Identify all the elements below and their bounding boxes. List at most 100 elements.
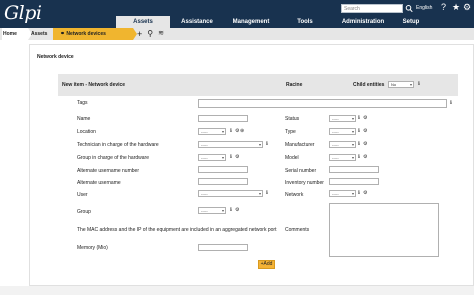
user-label: User	[77, 192, 88, 198]
search-icon[interactable]	[405, 4, 413, 13]
breadcrumb-network-devices[interactable]: ⚭ Network devices	[53, 28, 133, 40]
main-menu: Assets Assistance Management Tools Admin…	[116, 16, 428, 28]
info-icon[interactable]: ℹ	[358, 190, 360, 196]
alt-username-field[interactable]	[198, 178, 248, 185]
gear-icon[interactable]: ⚙	[363, 115, 367, 121]
chevron-down-icon: ▾	[351, 155, 354, 160]
language-selector[interactable]: English	[416, 5, 432, 11]
form-title: New item - Network device	[62, 82, 126, 88]
model-select[interactable]: ----- ▾	[329, 154, 356, 161]
group-select[interactable]: ----- ▾	[198, 207, 226, 214]
info-icon[interactable]: ℹ	[230, 128, 232, 134]
group-label: Group	[77, 209, 91, 215]
model-label: Model	[285, 155, 299, 161]
info-icon[interactable]: ℹ	[266, 141, 268, 147]
status-select[interactable]: ----- ▾	[329, 115, 356, 122]
serial-number-label: Serial number	[285, 168, 317, 174]
location-select[interactable]: ----- ▾	[198, 128, 226, 135]
comments-textarea[interactable]	[329, 203, 439, 257]
breadcrumb-home[interactable]: Home	[2, 28, 28, 40]
chevron-down-icon: ▾	[221, 129, 224, 134]
info-icon[interactable]: ℹ	[358, 128, 360, 134]
info-icon[interactable]: ℹ	[266, 190, 268, 196]
search-icon[interactable]: ⚲	[147, 28, 153, 40]
network-label: Network	[285, 192, 304, 198]
mac-ip-note: The MAC address and the IP of the equipm…	[77, 227, 277, 233]
gear-icon[interactable]: ⚙	[363, 128, 367, 134]
page-footer	[0, 286, 474, 295]
technician-select[interactable]: ----- ▾	[198, 141, 263, 148]
manufacturer-label: Manufacturer	[285, 142, 315, 148]
menu-management[interactable]: Management	[224, 16, 278, 28]
menu-assistance[interactable]: Assistance	[170, 16, 224, 28]
gear-icon[interactable]: ⚙	[463, 2, 471, 12]
alt-username-label: Alternate username	[77, 180, 121, 186]
network-select[interactable]: ----- ▾	[329, 190, 356, 197]
gear-icon[interactable]: ⚙	[363, 141, 367, 147]
breadcrumb: Home Assets ⚭ Network devices + ⚲ ≋	[0, 28, 474, 40]
section-title: Network device	[37, 54, 74, 60]
info-icon[interactable]: ℹ	[230, 207, 232, 213]
gear-icon[interactable]: ⚙	[235, 154, 239, 160]
name-field[interactable]	[198, 115, 248, 122]
gear-icon[interactable]: ⚙	[363, 190, 367, 196]
comments-label: Comments	[285, 227, 310, 233]
breadcrumb-assets[interactable]: Assets	[28, 28, 53, 40]
chevron-down-icon: ▾	[221, 155, 224, 160]
inventory-number-field[interactable]	[329, 178, 379, 185]
question-icon[interactable]: ?	[441, 2, 446, 12]
memory-field[interactable]	[198, 244, 248, 251]
type-label: Type	[285, 129, 296, 135]
chevron-down-icon: ▾	[409, 82, 412, 87]
globe-icon[interactable]: ⊕	[240, 128, 244, 134]
child-entities-value: No	[391, 82, 397, 87]
info-icon[interactable]: ℹ	[418, 81, 420, 87]
search-input[interactable]: Search	[341, 4, 403, 13]
chevron-down-icon: ▾	[351, 142, 354, 147]
menu-tools[interactable]: Tools	[278, 16, 332, 28]
child-entities-select[interactable]: No ▾	[388, 81, 414, 88]
type-select[interactable]: ----- ▾	[329, 128, 356, 135]
top-navigation-bar: Glpi Search English ? ★ ⚙ Assets Assista…	[0, 0, 474, 28]
user-select[interactable]: ----- ▾	[198, 190, 263, 197]
chevron-down-icon: ▾	[258, 191, 261, 196]
tags-label: Tags	[77, 100, 88, 106]
glpi-logo[interactable]: Glpi	[4, 2, 42, 24]
alt-username-number-field[interactable]	[198, 166, 248, 173]
info-icon[interactable]: ℹ	[358, 141, 360, 147]
serial-number-field[interactable]	[329, 166, 379, 173]
layers-icon[interactable]: ≋	[158, 28, 164, 40]
inventory-number-label: Inventory number	[285, 180, 324, 186]
chevron-down-icon: ▾	[258, 142, 261, 147]
add-button[interactable]: +Add	[258, 260, 275, 269]
gear-icon[interactable]: ⚙	[235, 128, 239, 134]
menu-administration[interactable]: Administration	[332, 16, 394, 28]
chevron-down-icon: ▾	[351, 129, 354, 134]
info-icon[interactable]: ℹ	[230, 154, 232, 160]
gear-icon[interactable]: ⚙	[363, 154, 367, 160]
tags-field[interactable]	[198, 99, 447, 108]
name-label: Name	[77, 116, 91, 122]
group-in-charge-select[interactable]: ----- ▾	[198, 154, 226, 161]
technician-label: Technician in charge of the hardware	[77, 142, 159, 148]
plus-icon[interactable]: +	[137, 28, 142, 40]
chevron-down-icon: ▾	[221, 208, 224, 213]
breadcrumb-current-label: Network devices	[66, 31, 106, 37]
location-label: Location	[77, 129, 96, 135]
status-label: Status	[285, 116, 300, 122]
alt-username-number-label: Alternate username number	[77, 168, 139, 174]
group-in-charge-label: Group in charge of the hardware	[77, 155, 149, 161]
entity-name: Racine	[286, 82, 303, 88]
gear-icon[interactable]: ⚙	[235, 207, 239, 213]
menu-setup[interactable]: Setup	[394, 16, 428, 28]
info-icon[interactable]: ℹ	[358, 154, 360, 160]
menu-assets[interactable]: Assets	[116, 16, 170, 28]
star-icon[interactable]: ★	[452, 2, 460, 12]
manufacturer-select[interactable]: ----- ▾	[329, 141, 356, 148]
info-icon[interactable]: ℹ	[358, 115, 360, 121]
memory-label: Memory (Mio)	[77, 245, 108, 251]
child-entities-label: Child entities	[353, 82, 385, 88]
chevron-down-icon: ▾	[351, 116, 354, 121]
chevron-down-icon: ▾	[351, 191, 354, 196]
info-icon[interactable]: ℹ	[450, 100, 452, 106]
